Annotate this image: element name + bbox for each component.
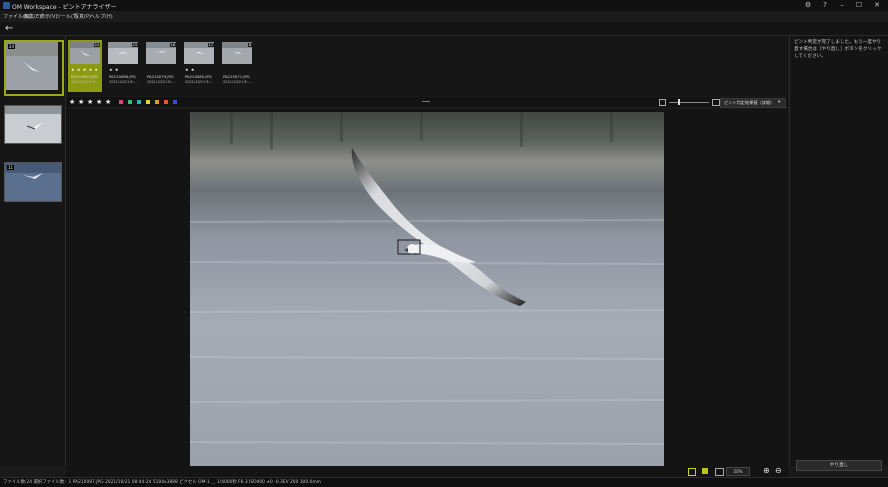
strip-tile-3[interactable]: 16 PA210079.JPG 2021/10/21 8:... [144,40,178,92]
strip-tile-5-filename: PA210071.JPG [223,74,250,79]
color-label-pink[interactable] [119,100,123,104]
status-message: ピント判定が完了しました。もう一度やり直す場合は［やり直し］ボタンをクリックして… [794,40,882,59]
view-mode-dropdown[interactable]: ピント判定結果値（詳細） ▾ [720,98,786,108]
strip-tile-2-filename: PA210086.JPG [109,74,136,79]
rating-star-2[interactable]: ★ [78,98,84,106]
strip-tile-3-badge: 16 [169,43,176,47]
strip-tile-2[interactable]: 23 ★ ★ PA210086.JPG 2021/10/21 8:... [106,40,140,92]
strip-tile-1-badge: 24 [93,43,100,47]
settings-icon[interactable]: ⚙ [800,0,816,11]
help-icon[interactable]: ? [817,0,833,11]
strip-tile-5-date: 2021/10/21 8:... [223,80,252,84]
window-title: OM Workspace - ピントアナライザー [12,4,117,11]
left-thumb-1[interactable]: 24 [4,40,64,96]
menu-photo[interactable]: 写真(P) [74,14,91,20]
redo-button[interactable]: やり直し [796,460,882,471]
zoom-out-icon[interactable]: ⊖ [775,466,782,476]
menu-view[interactable]: 表示(V) [40,14,57,20]
color-label-blue[interactable] [173,100,177,104]
chevron-down-icon: ▾ [778,100,781,105]
close-button[interactable]: ✕ [869,0,885,11]
rating-star-5[interactable]: ★ [105,98,111,106]
slider-knob[interactable] [678,99,680,105]
maximize-button[interactable]: ☐ [851,0,867,11]
status-text: ファイル数:24 選択ファイル数：1 PA210087.JPG 2021/10/… [3,480,321,485]
color-label-green[interactable] [128,100,132,104]
strip-tile-1[interactable]: 24 ★ ★ ★ ★ ★ PA210087.JPG 2021/10/21 8:.… [68,40,102,92]
rating-toolbar: ★ ★ ★ ★ ★ ピント判定結果値（詳細） ▾ [66,97,788,108]
left-thumb-2[interactable] [4,105,62,144]
thumbnail-strip: 24 ★ ★ ★ ★ ★ PA210087.JPG 2021/10/21 8:.… [66,36,788,96]
title-bar: OM Workspace - ピントアナライザー ⚙ ? – ☐ ✕ [0,0,888,11]
large-view-icon[interactable] [712,99,720,106]
back-arrow-icon[interactable]: ← [5,23,13,34]
strip-tile-4-date: 2021/10/21 8:... [185,80,214,84]
strip-tile-2-stars: ★ ★ [109,67,119,72]
focus-point-icon[interactable] [702,468,708,474]
strip-tile-4-badge: 17 [207,43,214,47]
thumbnail-size-slider[interactable] [669,102,709,103]
app-logo-icon [3,2,10,9]
strip-tile-4-filename: PA210080.JPG [185,74,212,79]
color-label-cyan[interactable] [137,100,141,104]
left-thumbnail-panel: 24 11 [0,36,66,466]
right-info-panel: ピント判定が完了しました。もう一度やり直す場合は［やり直し］ボタンをクリックして… [789,36,888,471]
toolbar: ← [0,22,888,36]
small-view-icon[interactable] [659,99,666,106]
strip-tile-1-filename: PA210087.JPG [71,74,98,79]
color-label-orange[interactable] [155,100,159,104]
left-thumb-3-badge: 11 [7,165,15,170]
preview-controls: 50% ⊕ ⊖ [66,466,788,477]
strip-tile-5[interactable]: 8 PA210071.JPG 2021/10/21 8:... [220,40,254,92]
strip-tile-5-badge: 8 [247,43,252,47]
strip-tile-3-filename: PA210079.JPG [147,74,174,79]
zoom-in-icon[interactable]: ⊕ [763,466,770,476]
menu-help[interactable]: ヘルプ(H) [90,14,113,20]
left-thumb-1-image [6,42,58,90]
rating-star-4[interactable]: ★ [96,98,102,106]
menu-bar: ファイル(F) 編集(E) 表示(V) ツール(T) 写真(P) ヘルプ(H) [0,11,888,22]
splitter-handle[interactable] [422,101,430,102]
strip-tile-1-stars: ★ ★ ★ ★ ★ [71,67,99,72]
zoom-level[interactable]: 50% [726,467,750,476]
rating-star-3[interactable]: ★ [87,98,93,106]
fit-view-icon[interactable] [715,468,724,476]
left-thumb-2-image [5,106,61,143]
strip-tile-3-date: 2021/10/21 8:... [147,80,176,84]
strip-tile-4[interactable]: 17 ★ ★ PA210080.JPG 2021/10/21 8:... [182,40,216,92]
main-photo[interactable] [190,112,664,466]
image-preview-area [66,109,788,466]
menu-edit[interactable]: 編集(E) [24,14,41,20]
rating-star-1[interactable]: ★ [69,98,75,106]
color-label-yellow[interactable] [146,100,150,104]
strip-tile-2-date: 2021/10/21 8:... [109,80,138,84]
left-thumb-3[interactable]: 11 [4,162,62,202]
strip-tile-4-stars: ★ ★ [185,67,195,72]
strip-tile-1-date: 2021/10/21 8:... [71,80,100,84]
focus-frame-icon[interactable] [688,468,696,476]
minimize-button[interactable]: – [834,0,850,11]
view-mode-value: ピント判定結果値（詳細） [724,100,775,105]
strip-tile-2-badge: 23 [131,43,138,47]
left-thumb-1-badge: 24 [8,44,16,49]
color-label-red[interactable] [164,100,168,104]
